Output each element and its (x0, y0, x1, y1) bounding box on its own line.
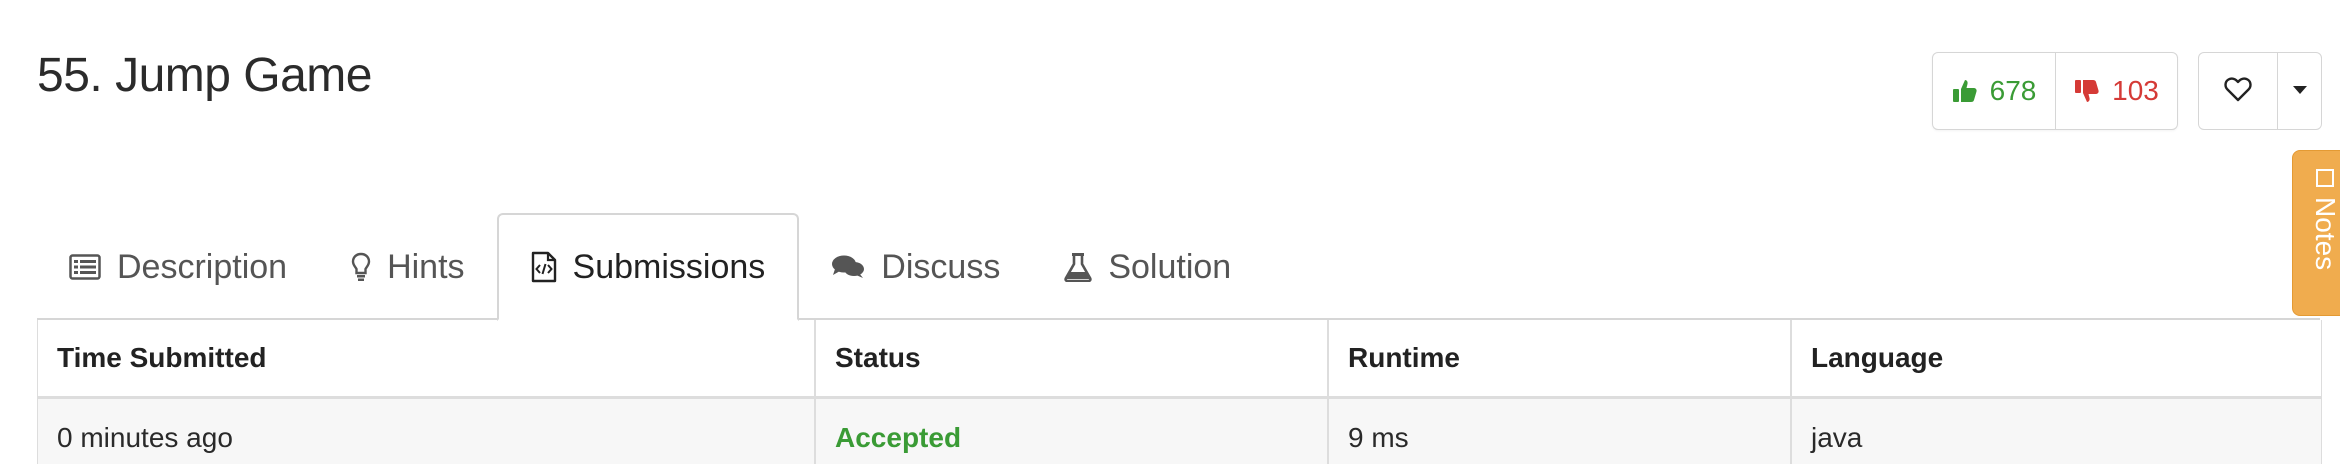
caret-down-icon (2292, 82, 2308, 100)
problem-page: 55. Jump Game 678 103 Notes Description … (0, 0, 2340, 464)
tab-description[interactable]: Description (37, 215, 319, 319)
flask-icon (1064, 252, 1093, 282)
dislike-button[interactable]: 103 (2056, 53, 2177, 129)
list-icon (69, 254, 101, 280)
tab-label: Submissions (572, 247, 766, 286)
lightbulb-icon (351, 252, 371, 282)
tab-label: Solution (1108, 247, 1232, 286)
comments-icon (831, 254, 865, 280)
column-header[interactable]: Time Submitted (38, 320, 816, 396)
problem-tabs: Description Hints Submissions Discuss So… (37, 213, 2320, 321)
column-header[interactable]: Runtime (1329, 320, 1792, 396)
submissions-table: Time Submitted Status Runtime Language 0… (37, 320, 2322, 464)
status-cell: Accepted (816, 399, 1329, 464)
code-file-icon (531, 251, 557, 283)
column-header[interactable]: Language (1792, 320, 2321, 396)
tab-label: Discuss (881, 247, 1001, 286)
runtime-cell: 9 ms (1329, 399, 1792, 464)
like-count: 678 (1989, 75, 2037, 106)
table-header: Time Submitted Status Runtime Language (38, 320, 2321, 399)
page-title: 55. Jump Game (37, 49, 372, 102)
column-header[interactable]: Status (816, 320, 1329, 396)
favorite-dropdown-toggle[interactable] (2278, 53, 2321, 129)
tab-hints[interactable]: Hints (319, 215, 496, 319)
heart-icon (2224, 76, 2252, 107)
tab-label: Description (117, 247, 288, 286)
language-cell: java (1811, 422, 1863, 453)
tab-discuss[interactable]: Discuss (799, 215, 1032, 319)
tab-label: Hints (387, 247, 465, 286)
thumbs-up-icon (1952, 78, 1978, 104)
thumbs-down-icon (2074, 78, 2100, 104)
time-submitted-cell: 0 minutes ago (38, 399, 816, 464)
favorite-group (2198, 52, 2322, 130)
status-accepted-link[interactable]: Accepted (835, 422, 961, 454)
like-button[interactable]: 678 (1933, 53, 2056, 129)
tab-solution[interactable]: Solution (1032, 215, 1263, 319)
tab-submissions[interactable]: Submissions (496, 213, 800, 321)
notes-icon (2316, 169, 2334, 187)
dislike-count: 103 (2112, 75, 2159, 106)
table-row[interactable]: 0 minutes ago Accepted 9 ms java (38, 399, 2321, 464)
favorite-button[interactable] (2199, 53, 2278, 129)
vote-group: 678 103 (1932, 52, 2178, 130)
